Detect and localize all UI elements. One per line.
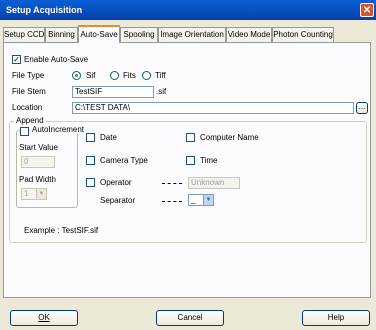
browse-button[interactable]: ... — [356, 102, 368, 114]
autoincrement-label: AutoIncrement — [30, 125, 87, 134]
file-type-sif-label: Sif — [86, 71, 96, 80]
tab-image-orientation[interactable]: Image Orientation — [158, 27, 226, 42]
separator-value: _ — [191, 195, 196, 204]
file-type-fits-radio[interactable] — [110, 71, 119, 80]
pad-width-value: 1 — [24, 189, 29, 198]
tab-video-mode[interactable]: Video Mode — [226, 27, 272, 42]
window-title: Setup Acquisition — [6, 5, 83, 15]
file-extension-label: .sif — [156, 87, 167, 96]
append-legend: Append — [14, 116, 46, 125]
file-type-label: File Type — [12, 71, 45, 80]
auto-save-page: ✓ Enable Auto-Save File Type Sif Fits Ti… — [3, 42, 371, 298]
separator-label: Separator — [100, 196, 136, 205]
setup-acquisition-dialog: Setup Acquisition ✕ Setup CCD Binning Au… — [0, 0, 376, 330]
close-icon[interactable]: ✕ — [360, 3, 374, 17]
computer-name-label: Computer Name — [200, 133, 259, 142]
append-group: Append AutoIncrement Start Value 0 Pad W… — [9, 116, 367, 243]
tab-binning[interactable]: Binning — [45, 27, 78, 42]
tab-auto-save[interactable]: Auto-Save — [78, 25, 120, 43]
computer-name-checkbox[interactable] — [186, 133, 195, 142]
operator-checkbox[interactable] — [86, 178, 95, 187]
pad-width-select[interactable]: 1 ▼ — [21, 188, 47, 200]
operator-input[interactable]: Unknown — [188, 177, 240, 189]
location-label: Location — [12, 103, 43, 112]
ok-button-label: OK — [38, 313, 50, 322]
start-value-label: Start Value — [19, 143, 58, 152]
cancel-button-label: Cancel — [177, 313, 203, 322]
example-text: Example : TestSIF.sif — [24, 226, 99, 235]
separator-select[interactable]: _ ▼ — [188, 194, 214, 206]
time-checkbox[interactable] — [186, 156, 195, 165]
camera-type-checkbox[interactable] — [86, 156, 95, 165]
chevron-down-icon[interactable]: ▼ — [36, 189, 46, 199]
chevron-down-icon[interactable]: ▼ — [203, 195, 213, 205]
enable-auto-save-checkbox[interactable]: ✓ — [12, 55, 21, 64]
start-value-input[interactable]: 0 — [21, 156, 55, 168]
tab-photon-counting[interactable]: Photon Counting — [272, 27, 334, 42]
date-checkbox[interactable] — [86, 133, 95, 142]
autoincrement-checkbox[interactable] — [20, 127, 29, 136]
cancel-button[interactable]: Cancel — [156, 310, 224, 326]
help-button[interactable]: Help — [302, 310, 370, 326]
date-label: Date — [100, 133, 117, 142]
file-stem-input[interactable]: TestSIF — [72, 86, 154, 98]
tab-setup-ccd[interactable]: Setup CCD — [3, 27, 45, 42]
title-bar[interactable]: Setup Acquisition ✕ — [0, 0, 376, 20]
file-stem-label: File Stem — [12, 87, 46, 96]
enable-auto-save-label: Enable Auto-Save — [24, 55, 89, 64]
time-label: Time — [200, 156, 218, 165]
autoincrement-group: AutoIncrement Start Value 0 Pad Width 1 … — [16, 125, 87, 208]
file-type-tiff-label: Tiff — [155, 71, 166, 80]
file-type-sif-radio[interactable] — [72, 71, 81, 80]
file-type-fits-label: Fits — [123, 71, 136, 80]
operator-leader-line — [162, 183, 182, 184]
location-input[interactable]: C:\TEST DATA\ — [72, 102, 354, 114]
operator-label: Operator — [100, 178, 132, 187]
camera-type-label: Camera Type — [100, 156, 148, 165]
file-type-tiff-radio[interactable] — [142, 71, 151, 80]
help-button-label: Help — [327, 313, 345, 322]
separator-leader-line — [162, 201, 182, 202]
pad-width-label: Pad Width — [19, 175, 56, 184]
ok-button[interactable]: OK — [10, 310, 78, 326]
tab-spooling[interactable]: Spooling — [120, 27, 158, 42]
